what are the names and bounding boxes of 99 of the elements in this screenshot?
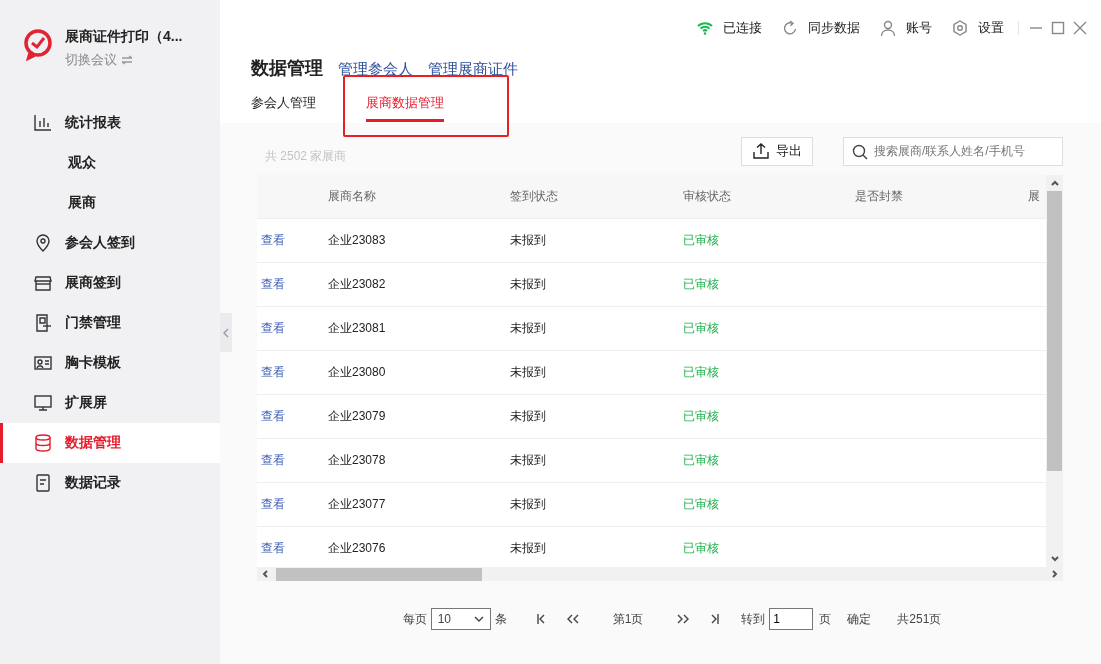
table-cell: 未报到 [506, 483, 679, 527]
chevron-left-icon [223, 327, 229, 338]
view-link[interactable]: 查看 [261, 496, 285, 513]
last-page-button[interactable] [709, 614, 720, 624]
table-cell: 未报到 [506, 439, 679, 483]
view-link[interactable]: 查看 [261, 320, 285, 337]
door-access-icon [33, 313, 53, 333]
sidebar-item[interactable]: 门禁管理 [0, 303, 220, 343]
goto-label: 转到 [741, 610, 766, 628]
settings-button[interactable]: 设置 [952, 19, 1004, 37]
view-link[interactable]: 查看 [261, 540, 285, 557]
logo-icon [23, 28, 53, 62]
page-total: 共251页 [897, 610, 942, 628]
account-button[interactable]: 账号 [880, 19, 932, 37]
location-pin-icon [33, 233, 53, 253]
double-chevron-left-icon [566, 614, 579, 624]
nav-link[interactable]: 管理展商证件 [428, 60, 518, 79]
maximize-icon [1051, 21, 1065, 35]
caret-icon [473, 616, 484, 622]
sidebar-item[interactable]: 参会人签到 [0, 223, 220, 263]
close-icon [1073, 21, 1087, 35]
table-cell: 已审核 [679, 395, 851, 439]
settings-icon [952, 20, 968, 36]
database-icon [33, 433, 53, 453]
table-cell: 未报到 [506, 351, 679, 395]
bar-chart-icon [33, 113, 53, 133]
table-cell: 已审核 [679, 307, 851, 351]
monitor-icon [33, 393, 53, 413]
scroll-left-icon [262, 570, 268, 578]
table-cell: 已审核 [679, 439, 851, 483]
table-cell: 未报到 [506, 307, 679, 351]
double-chevron-right-icon [677, 614, 690, 624]
wifi-icon [697, 20, 713, 36]
store-icon [33, 273, 53, 293]
scroll-down-icon [1050, 556, 1059, 562]
document-icon [33, 473, 53, 493]
next-page-button[interactable] [677, 614, 690, 624]
page-unit-label: 页 [819, 610, 832, 628]
table-cell: 企业23079 [324, 395, 506, 439]
scroll-right-icon [1052, 570, 1058, 578]
refresh-icon [782, 20, 798, 36]
table-cell: 已审核 [679, 483, 851, 527]
column-header: 展商名称 [324, 175, 506, 219]
table-cell: 未报到 [506, 263, 679, 307]
table-cell: 企业23080 [324, 351, 506, 395]
sidebar-item[interactable]: 扩展屏 [0, 383, 220, 423]
page-size-dropdown[interactable]: 10 [430, 608, 491, 630]
column-header: 签到状态 [506, 175, 679, 219]
table-cell: 已审核 [679, 263, 851, 307]
view-link[interactable]: 查看 [261, 364, 285, 381]
connection-status: 已连接 [697, 19, 762, 37]
table-cell: 未报到 [506, 219, 679, 263]
sidebar-item[interactable]: 统计报表 [0, 103, 220, 143]
swap-icon [121, 55, 133, 65]
upload-icon [752, 142, 770, 160]
column-header: 审核状态 [679, 175, 851, 219]
vertical-scrollbar[interactable] [1046, 175, 1063, 567]
horizontal-scrollbar[interactable] [257, 567, 1063, 581]
table-cell: 未报到 [506, 395, 679, 439]
table-cell: 企业23082 [324, 263, 506, 307]
confirm-button[interactable]: 确定 [847, 610, 872, 628]
sidebar-item[interactable]: 展商签到 [0, 263, 220, 303]
unit-label: 条 [494, 610, 507, 628]
sidebar-subitem[interactable]: 观众 [0, 143, 220, 183]
maximize-button[interactable] [1051, 21, 1065, 35]
sync-button[interactable]: 同步数据 [782, 19, 860, 37]
sidebar-item[interactable]: 数据记录 [0, 463, 220, 503]
tab[interactable]: 参会人管理 [251, 94, 316, 122]
page-title: 数据管理 [251, 57, 323, 80]
first-page-icon [536, 614, 547, 624]
user-icon [880, 20, 896, 36]
column-header: 是否封禁 [851, 175, 1024, 219]
table-cell: 企业23081 [324, 307, 506, 351]
close-button[interactable] [1073, 21, 1087, 35]
per-page-label: 每页 [402, 610, 427, 628]
first-page-button[interactable] [536, 614, 547, 624]
column-header: 展 [1024, 175, 1046, 219]
page-number-field[interactable]: 1 [769, 608, 814, 630]
table-cell: 已审核 [679, 351, 851, 395]
previous-page-button[interactable] [566, 614, 579, 624]
last-page-icon [709, 614, 720, 624]
export-button[interactable]: 导出 [741, 136, 813, 166]
view-link[interactable]: 查看 [261, 232, 285, 249]
sidebar-subitem[interactable]: 展商 [0, 183, 220, 223]
search-field[interactable]: 搜索展商/联系人姓名/手机号 [843, 136, 1063, 166]
table-cell: 已审核 [679, 219, 851, 263]
app-title: 展商证件打印（4... [65, 28, 183, 46]
current-page: 第1页 [612, 610, 644, 628]
table-cell: 企业23078 [324, 439, 506, 483]
view-link[interactable]: 查看 [261, 276, 285, 293]
table-cell: 企业23083 [324, 219, 506, 263]
sidebar-item[interactable]: 数据管理 [0, 423, 220, 463]
view-link[interactable]: 查看 [261, 452, 285, 469]
view-link[interactable]: 查看 [261, 408, 285, 425]
scroll-up-icon [1050, 180, 1059, 186]
table-cell: 企业23077 [324, 483, 506, 527]
collapse-handle[interactable] [220, 313, 232, 352]
sidebar-item[interactable]: 胸卡模板 [0, 343, 220, 383]
id-card-icon [33, 353, 53, 373]
